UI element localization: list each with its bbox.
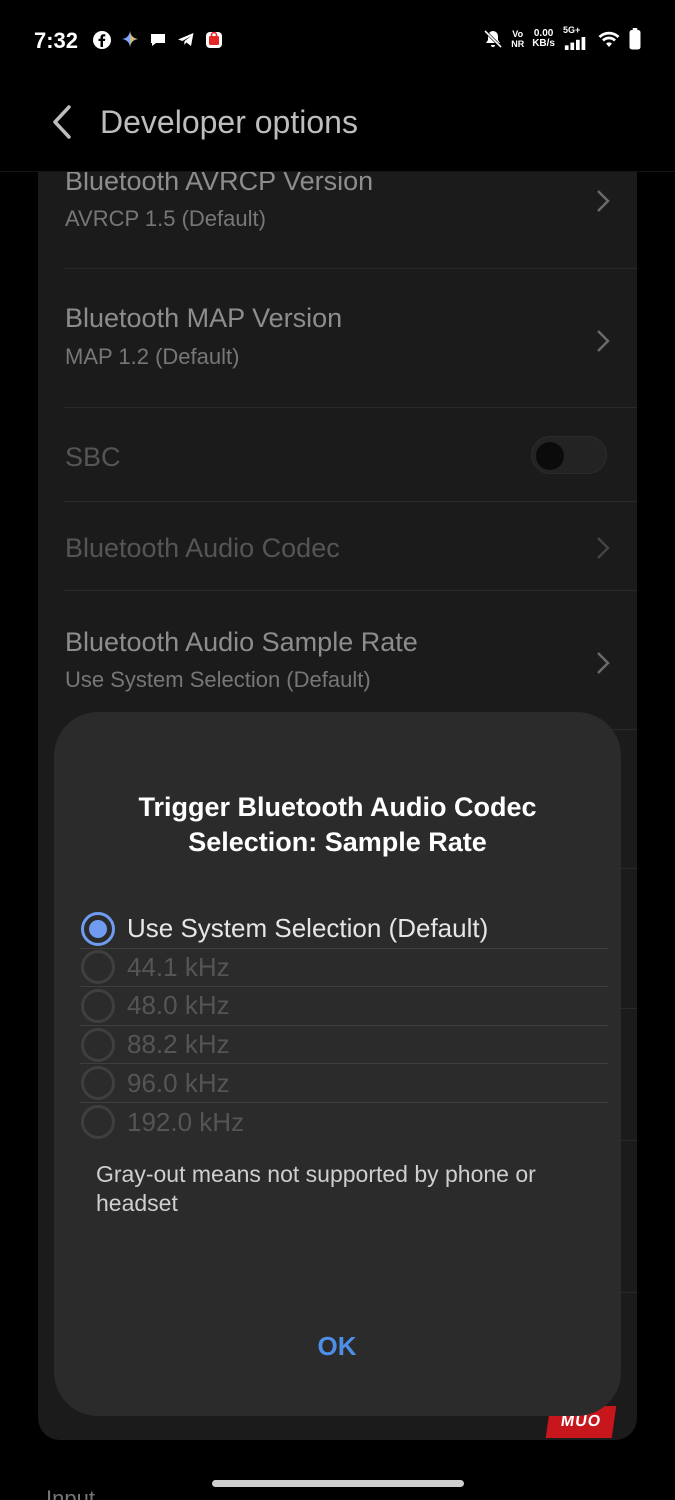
telegram-icon [178,33,194,46]
radio-button[interactable] [81,950,115,985]
cell-signal: 5G+ [563,25,589,50]
option-label: Use System Selection (Default) [127,913,489,944]
status-right: Vo NR 0.00 KB/s 5G+ [483,25,641,50]
settings-item-sample-rate[interactable]: Bluetooth Audio Sample Rate Use System S… [38,591,637,729]
radio-dot [89,919,107,938]
toggle-knob [536,442,564,470]
settings-item-subtitle: MAP 1.2 (Default) [65,344,240,369]
data-speed: 0.00 KB/s [532,29,555,49]
section-header-input: Input [46,1486,95,1500]
option-label: 88.2 kHz [127,1029,230,1060]
settings-item-sbc[interactable]: SBC [38,408,637,501]
radio-button[interactable] [81,1027,115,1062]
sample-rate-options: Use System Selection (Default) 44.1 kHz … [80,910,608,1142]
option-88-2-khz[interactable]: 88.2 kHz [80,1026,608,1065]
settings-item-title: Bluetooth AVRCP Version [65,172,374,196]
facebook-icon [93,31,111,49]
battery-icon [629,28,641,50]
wifi-icon [598,31,620,47]
notification-icons [92,30,224,50]
settings-item-title: Bluetooth MAP Version [65,303,343,333]
option-label: 48.0 kHz [127,990,230,1021]
nr-label: NR [511,39,525,49]
status-bar: 7:32 Vo NR 0.00 KB/s 5G+ [0,0,675,86]
vo-label: Vo [512,29,524,39]
dialog-note: Gray-out means not supported by phone or… [96,1161,536,1216]
option-48-0-khz[interactable]: 48.0 kHz [80,987,608,1026]
settings-item-map-version[interactable]: Bluetooth MAP Version MAP 1.2 (Default) [38,269,637,407]
option-system-selection[interactable]: Use System Selection (Default) [80,910,608,949]
ok-button[interactable]: OK [297,1322,377,1370]
settings-item-avrcp-version[interactable]: Bluetooth AVRCP Version AVRCP 1.5 (Defau… [38,172,637,268]
option-192-0-khz[interactable]: 192.0 kHz [80,1103,608,1142]
network-type: 5G+ [563,25,581,35]
chevron-right-icon [597,537,610,559]
radio-button[interactable] [81,1066,115,1101]
shopping-bag-icon [206,31,222,48]
app-bar: Developer options [0,86,675,172]
navigation-handle[interactable] [212,1480,464,1487]
option-label: 44.1 kHz [127,951,230,982]
dialog-title: Trigger Bluetooth Audio Codec Selection:… [138,792,537,857]
settings-item-title: Bluetooth Audio Codec [65,533,340,563]
settings-item-subtitle: AVRCP 1.5 (Default) [65,206,266,231]
chevron-right-icon [597,652,610,674]
gemini-icon [122,31,138,47]
chat-icon [151,34,165,46]
settings-item-subtitle: Use System Selection (Default) [65,667,371,692]
settings-item-audio-codec[interactable]: Bluetooth Audio Codec [38,502,637,590]
sbc-toggle[interactable] [531,436,607,474]
data-speed-unit: KB/s [532,38,555,49]
chevron-right-icon [597,190,610,212]
radio-button-checked[interactable] [81,911,115,946]
chevron-right-icon [597,330,610,352]
option-96-0-khz[interactable]: 96.0 kHz [80,1064,608,1103]
settings-item-title: Bluetooth Audio Sample Rate [65,627,418,657]
settings-item-title: SBC [65,442,121,472]
option-44-1-khz[interactable]: 44.1 kHz [80,949,608,988]
back-arrow-icon [53,105,71,139]
volte-indicator: Vo NR [511,29,524,49]
back-button[interactable] [44,102,80,142]
bell-muted-icon [484,29,503,49]
radio-button[interactable] [81,988,115,1023]
sample-rate-dialog: Trigger Bluetooth Audio Codec Selection:… [54,712,621,1416]
status-time: 7:32 [34,28,79,53]
radio-button[interactable] [81,1105,115,1140]
page-title: Developer options [100,104,358,140]
signal-bars-icon [564,37,586,50]
option-label: 192.0 kHz [127,1106,245,1137]
option-label: 96.0 kHz [127,1067,230,1098]
